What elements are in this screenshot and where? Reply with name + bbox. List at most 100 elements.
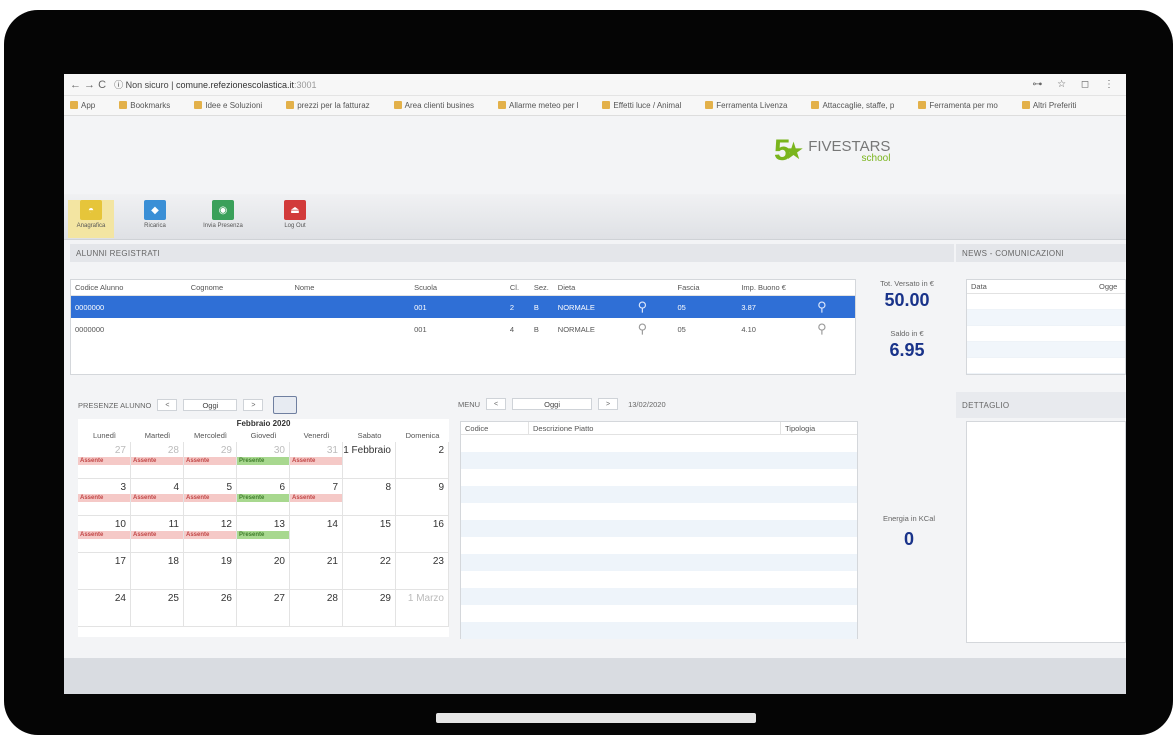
bookmark-item[interactable]: Allarme meteo per l: [498, 101, 590, 110]
bookmark-icon: [194, 101, 203, 109]
calendar-day[interactable]: 15: [343, 516, 396, 553]
calendar-day[interactable]: 28: [290, 590, 343, 627]
search-icon[interactable]: ⚲: [813, 321, 855, 337]
url-text[interactable]: comune.refezionescolastica.it: [176, 80, 294, 90]
calendar-day[interactable]: 9: [396, 479, 449, 516]
calendar-day[interactable]: 17: [78, 553, 131, 590]
calendar-day[interactable]: 20: [237, 553, 290, 590]
calendar-day[interactable]: 4 Assente: [131, 479, 184, 516]
calendar-day[interactable]: 28 Assente: [131, 442, 184, 479]
menu-row: [461, 469, 857, 486]
bookmark-icon: [811, 101, 820, 109]
calendar-day[interactable]: 5 Assente: [184, 479, 237, 516]
calendar-day[interactable]: 8: [343, 479, 396, 516]
nav-buttons[interactable]: ← → C: [70, 79, 106, 91]
toolbar: ◓ Anagrafica ◆ Ricarica ◉ Invia Presenza ⏏ Log …: [64, 194, 1126, 240]
calendar-day[interactable]: 16: [396, 516, 449, 553]
bookmark-item[interactable]: Attaccaglie, staffe, p: [811, 101, 906, 110]
calendar-day[interactable]: 7 Assente: [290, 479, 343, 516]
student-sez: B: [533, 324, 539, 334]
student-school: 001: [414, 302, 427, 312]
day-number: 20: [273, 556, 285, 567]
calendar-day[interactable]: 13 Presente: [237, 516, 290, 553]
table-row[interactable]: 0000000 001 2 B NORMALE ⚲ 05 3.87 ⚲: [71, 296, 855, 318]
url-field[interactable]: ⓘ Non sicuro | comune.refezionescolastic…: [114, 78, 1032, 91]
bookmark-item[interactable]: Idee e Soluzioni: [194, 101, 274, 110]
bookmark-item[interactable]: Ferramenta per mo: [918, 101, 1009, 110]
calendar-day[interactable]: 2: [396, 442, 449, 479]
toolbar-button[interactable]: ◆ Ricarica: [132, 200, 178, 238]
toolbar-button[interactable]: ◓ Anagrafica: [68, 200, 114, 238]
calendar-day[interactable]: 23: [396, 553, 449, 590]
printer-icon[interactable]: [273, 396, 298, 414]
calendar-day[interactable]: 27: [237, 590, 290, 627]
search-icon[interactable]: ⚲: [634, 321, 674, 337]
calendar-day[interactable]: 22: [343, 553, 396, 590]
day-number: 6: [279, 482, 285, 493]
calendar-day[interactable]: 1 Marzo: [396, 590, 449, 627]
menu-row: [461, 571, 857, 588]
calendar-day[interactable]: 29: [343, 590, 396, 627]
bookmark-item[interactable]: Altri Preferiti: [1021, 101, 1089, 110]
bookmark-label: Ferramenta per mo: [929, 101, 998, 110]
menu-today-button[interactable]: Oggi: [512, 398, 593, 410]
bookmark-label: Effetti luce / Animal: [613, 101, 682, 110]
search-icon[interactable]: ⚲: [634, 299, 674, 315]
address-bar[interactable]: ← → C ⓘ Non sicuro | comune.refezionesco…: [64, 74, 1126, 96]
students-col-header: Imp. Buono €: [741, 283, 786, 292]
calendar-day[interactable]: 29 Assente: [184, 442, 237, 479]
absent-badge: Assente: [184, 457, 236, 465]
calendar-day[interactable]: 14: [290, 516, 343, 553]
bookmark-item[interactable]: Bookmarks: [119, 101, 182, 110]
calendar-day[interactable]: 3 Assente: [78, 479, 131, 516]
day-number: 31: [326, 445, 338, 456]
calendar-day[interactable]: 18: [131, 553, 184, 590]
day-number: 1 Febbraio: [343, 445, 391, 456]
calendar-day[interactable]: 30 Presente: [237, 442, 290, 479]
menu-col-description: Descrizione Piatto: [529, 421, 781, 435]
bookmark-item[interactable]: Ferramenta Livenza: [705, 101, 799, 110]
students-col-header: Fascia: [677, 283, 700, 292]
search-icon[interactable]: ⚲: [813, 299, 855, 315]
menu-date: 13/02/2020: [628, 399, 666, 409]
table-row[interactable]: 0000000 001 4 B NORMALE ⚲ 05 4.10 ⚲: [71, 318, 855, 340]
bookmark-icon: [70, 101, 78, 109]
calendar-day[interactable]: 21: [290, 553, 343, 590]
calendar-weekdays: Lunedì Martedì Mercoledì Giovedì Venerdì Saba…: [78, 431, 449, 442]
calendar-day[interactable]: 26: [184, 590, 237, 627]
menu-controls: MENU < Oggi > 13/02/2020: [458, 398, 666, 410]
bookmark-label: Bookmarks: [130, 101, 171, 110]
calendar-day[interactable]: 6 Presente: [237, 479, 290, 516]
menu-prev-button[interactable]: <: [486, 398, 507, 410]
presence-next-button[interactable]: >: [243, 399, 264, 411]
absent-badge: Assente: [184, 531, 236, 539]
calendar-day[interactable]: 25: [131, 590, 184, 627]
calendar-day[interactable]: 10 Assente: [78, 516, 131, 553]
calendar-day[interactable]: 19: [184, 553, 237, 590]
calendar-day[interactable]: 11 Assente: [131, 516, 184, 553]
toolbar-button[interactable]: ◉ Invia Presenza: [200, 200, 246, 238]
calendar-day[interactable]: 24: [78, 590, 131, 627]
bookmark-item[interactable]: prezzi per la fatturaz: [286, 101, 381, 110]
day-number: 27: [273, 593, 285, 604]
calendar-day[interactable]: 1 Febbraio: [343, 442, 396, 479]
security-indicator[interactable]: ⓘ Non sicuro: [114, 80, 169, 90]
absent-badge: Assente: [131, 457, 183, 465]
calendar-day[interactable]: 12 Assente: [184, 516, 237, 553]
browser-action-icons[interactable]: ⊶ ☆ ◻ ⋮: [1032, 79, 1120, 90]
logo-sub: school: [861, 152, 891, 164]
toolbar-button[interactable]: ⏏ Log Out: [272, 200, 318, 238]
day-number: 27: [114, 445, 126, 456]
presence-today-button[interactable]: Oggi: [183, 399, 238, 411]
weekday-label: Sabato: [357, 431, 382, 440]
calendar-day[interactable]: 31 Assente: [290, 442, 343, 479]
bookmark-item[interactable]: App: [70, 101, 107, 110]
bookmark-label: Altri Preferiti: [1032, 101, 1077, 110]
calendar-day[interactable]: 27 Assente: [78, 442, 131, 479]
presence-prev-button[interactable]: <: [157, 399, 178, 411]
menu-next-button[interactable]: >: [598, 398, 619, 410]
students-col-header: Dieta: [557, 283, 576, 292]
bookmark-item[interactable]: Effetti luce / Animal: [602, 101, 693, 110]
bookmark-item[interactable]: Area clienti busines: [393, 101, 486, 110]
students-col-header: Sez.: [533, 283, 549, 292]
